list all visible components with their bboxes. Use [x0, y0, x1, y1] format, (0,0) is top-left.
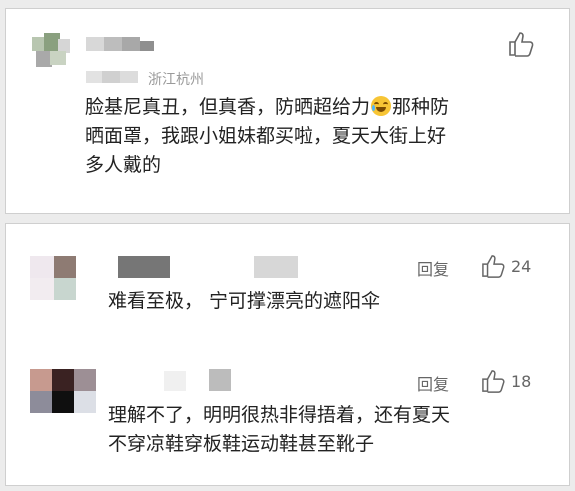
username-blurred[interactable] [164, 371, 186, 391]
like-count: 24 [511, 257, 532, 276]
replies-card: 回复 24 难看至极， 宁可撑漂亮的遮阳伞 回复 18 理解不了，明明很热非得捂… [5, 223, 570, 486]
avatar[interactable] [32, 33, 72, 73]
username-blurred[interactable] [86, 37, 158, 51]
user-meta-blurred [209, 369, 231, 391]
user-meta-blurred [254, 256, 298, 278]
main-comment-card: 浙江杭州 脸基尼真丑，但真香，防晒超给力 那种防 晒面罩，我跟小姐妹都买啦，夏天大… [5, 8, 570, 214]
avatar[interactable] [30, 256, 78, 300]
avatar[interactable] [30, 369, 96, 413]
location-label: 浙江杭州 [148, 72, 204, 88]
user-meta-blurred [86, 71, 142, 83]
laugh-tears-emoji-icon [371, 96, 392, 116]
comment-text: 脸基尼真丑，但真香，防晒超给力 那种防 晒面罩，我跟小姐妹都买啦，夏天大街上好 多… [85, 96, 450, 176]
reply-text: 理解不了，明明很热非得捂着，还有夏天 不穿凉鞋穿板鞋运动鞋甚至靴子 [108, 404, 451, 455]
reply-button[interactable]: 回复 [417, 256, 449, 280]
like-icon[interactable] [481, 369, 507, 393]
reply-text: 难看至极， 宁可撑漂亮的遮阳伞 [108, 290, 381, 312]
username-blurred[interactable] [118, 256, 170, 278]
reply-1: 回复 24 难看至极， 宁可撑漂亮的遮阳伞 [6, 224, 569, 334]
like-count: 18 [511, 372, 532, 391]
reply-button[interactable]: 回复 [417, 371, 449, 395]
reply-2: 回复 18 理解不了，明明很热非得捂着，还有夏天 不穿凉鞋穿板鞋运动鞋甚至靴子 [6, 349, 569, 487]
like-icon[interactable] [508, 31, 536, 57]
like-icon[interactable] [481, 254, 507, 278]
